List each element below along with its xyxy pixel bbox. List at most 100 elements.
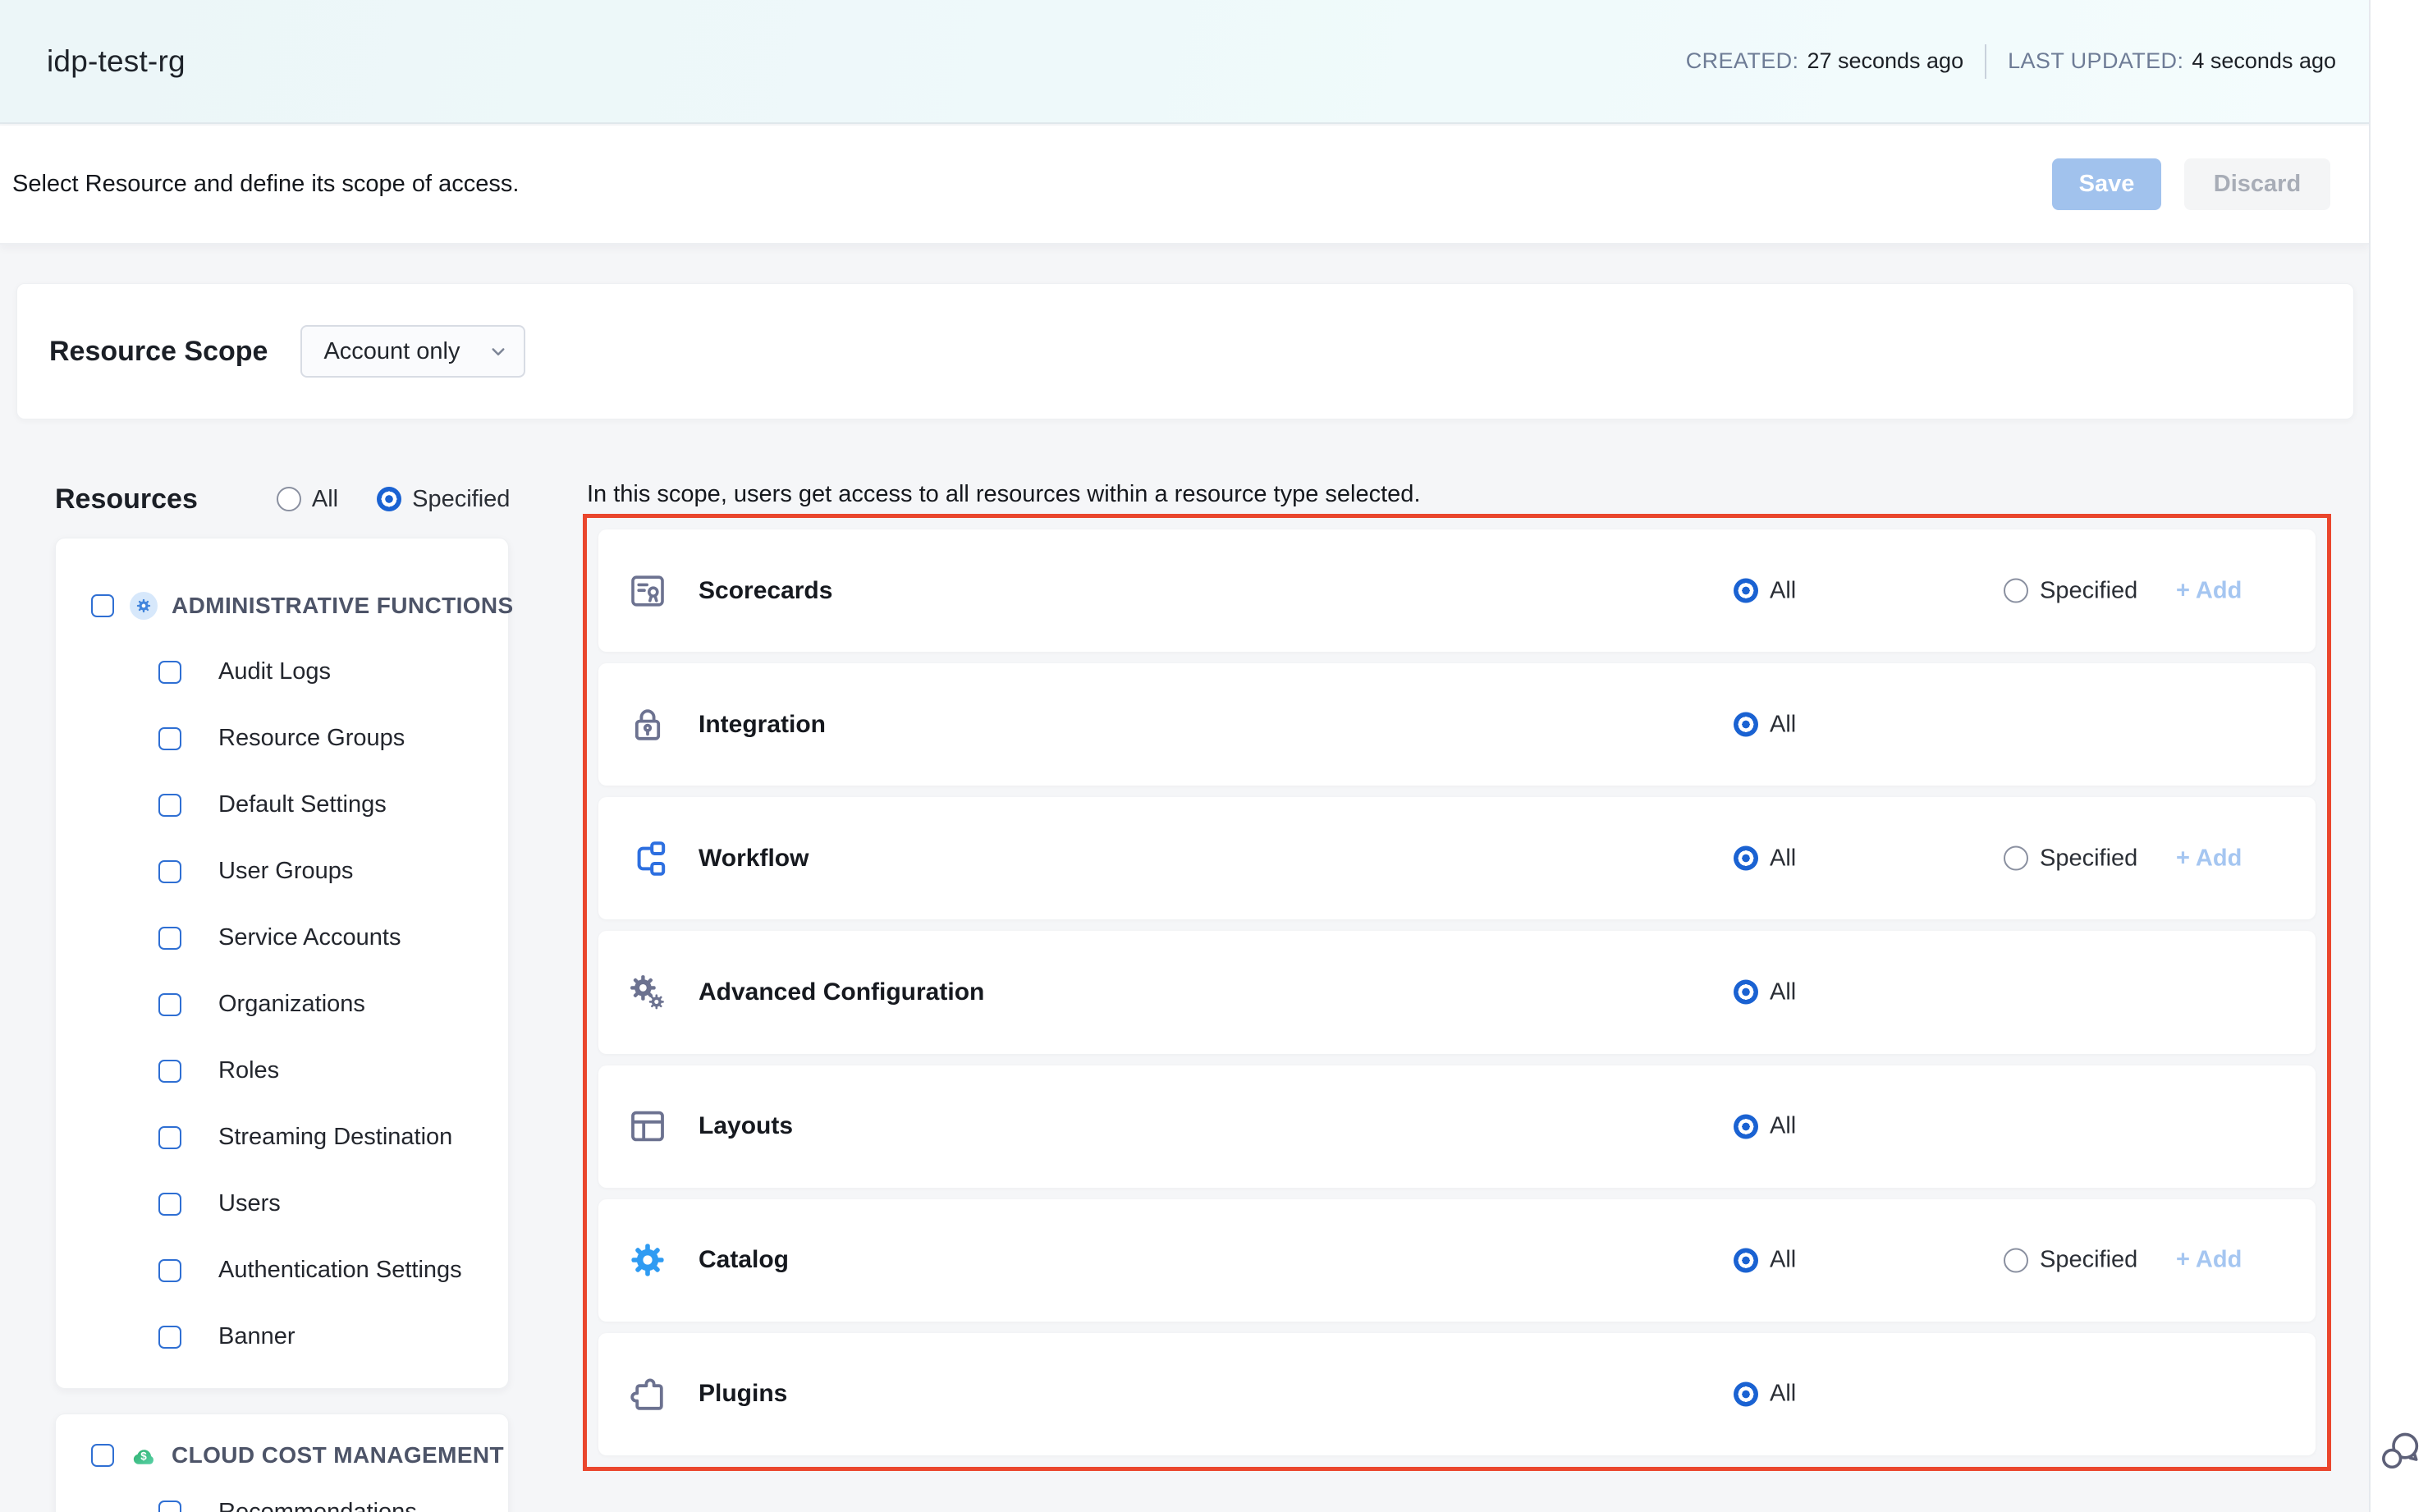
main-content: idp-test-rg CREATED: 27 seconds ago LAST… xyxy=(0,0,2369,1512)
resource-scope-card: Resource Scope Account only xyxy=(16,283,2354,419)
row-all-label: All xyxy=(1770,1381,1796,1408)
row-all-radio[interactable]: All xyxy=(1734,577,1796,604)
updated-value: 4 seconds ago xyxy=(2192,48,2336,74)
tree-group-header: ADMINISTRATIVE FUNCTIONS xyxy=(56,573,508,639)
resources-all-radio[interactable]: All xyxy=(277,486,338,513)
row-specified-radio[interactable]: Specified xyxy=(2004,1247,2137,1274)
page-header: idp-test-rg CREATED: 27 seconds ago LAST… xyxy=(0,0,2369,124)
add-button[interactable]: + Add xyxy=(2176,1247,2242,1274)
resources-specified-radio[interactable]: Specified xyxy=(377,486,510,513)
chevron-down-icon xyxy=(486,339,511,364)
tree-item-label: Roles xyxy=(218,1057,279,1084)
workflow-icon xyxy=(628,839,667,878)
item-checkbox[interactable] xyxy=(158,927,181,950)
row-specified-radio[interactable]: Specified xyxy=(2004,845,2137,872)
resource-type-label: Plugins xyxy=(699,1380,787,1408)
item-checkbox[interactable] xyxy=(158,993,181,1016)
row-all-radio[interactable]: All xyxy=(1734,845,1796,872)
resources-header: Resources All Specified xyxy=(55,474,510,524)
row-all-label: All xyxy=(1770,845,1796,872)
action-buttons: Save Discard xyxy=(2052,158,2330,210)
meta-divider xyxy=(1985,44,1986,79)
tree-item-label: Authentication Settings xyxy=(218,1257,462,1284)
tree-item-label: Audit Logs xyxy=(218,658,331,685)
resource-type-row: Workflow All Specified + Add xyxy=(598,797,2316,919)
tree-group-card: ADMINISTRATIVE FUNCTIONS Audit Logs Reso… xyxy=(55,538,509,1389)
tree-group-header: $ CLOUD COST MANAGEMENT xyxy=(56,1424,508,1487)
add-button[interactable]: + Add xyxy=(2176,845,2242,872)
row-all-radio[interactable]: All xyxy=(1734,1381,1796,1408)
resource-type-label: Integration xyxy=(699,711,826,739)
add-button[interactable]: + Add xyxy=(2176,577,2242,604)
resource-type-label: Scorecards xyxy=(699,577,832,605)
row-all-label: All xyxy=(1770,978,1796,1006)
tree-item-label: Banner xyxy=(218,1323,295,1350)
resource-scope-dropdown[interactable]: Account only xyxy=(300,325,525,378)
row-all-radio[interactable]: All xyxy=(1734,1247,1796,1274)
radio-selected-icon xyxy=(1734,579,1758,603)
tree-item: Recommendations xyxy=(56,1487,508,1512)
item-checkbox[interactable] xyxy=(158,1126,181,1149)
item-checkbox[interactable] xyxy=(158,1060,181,1083)
tree-item-label: Service Accounts xyxy=(218,924,401,951)
resources-all-label: All xyxy=(312,486,338,513)
action-bar: Select Resource and define its scope of … xyxy=(0,126,2369,245)
tree-item-label: Organizations xyxy=(218,991,365,1018)
row-all-label: All xyxy=(1770,1113,1796,1140)
admin-gear-chip-icon xyxy=(130,592,158,620)
lock-icon xyxy=(628,705,667,745)
tree-item: Roles xyxy=(56,1038,508,1104)
row-specified-radio[interactable]: Specified xyxy=(2004,577,2137,604)
row-all-radio[interactable]: All xyxy=(1734,978,1796,1006)
item-checkbox[interactable] xyxy=(158,727,181,750)
svg-text:$: $ xyxy=(140,1450,147,1463)
tree-item: Service Accounts xyxy=(56,905,508,971)
item-checkbox[interactable] xyxy=(158,860,181,883)
save-button[interactable]: Save xyxy=(2052,158,2161,210)
tree-item: User Groups xyxy=(56,838,508,905)
radio-selected-icon xyxy=(1734,980,1758,1005)
group-checkbox[interactable] xyxy=(91,594,114,617)
resource-type-row: Integration All xyxy=(598,663,2316,786)
radio-selected-icon xyxy=(1734,1248,1758,1272)
tree-item: Streaming Destination xyxy=(56,1104,508,1171)
tree-item: Banner xyxy=(56,1304,508,1370)
item-checkbox[interactable] xyxy=(158,661,181,684)
resources-title: Resources xyxy=(55,483,198,515)
radio-unselected-icon xyxy=(2004,1248,2028,1272)
item-checkbox[interactable] xyxy=(158,1193,181,1216)
tree-item-label: User Groups xyxy=(218,858,353,885)
scope-description: In this scope, users get access to all r… xyxy=(587,481,1421,508)
row-all-label: All xyxy=(1770,577,1796,604)
resource-type-label: Layouts xyxy=(699,1112,793,1140)
page: idp-test-rg CREATED: 27 seconds ago LAST… xyxy=(0,0,2428,1512)
resource-type-row: Advanced Configuration All xyxy=(598,931,2316,1053)
row-all-radio[interactable]: All xyxy=(1734,711,1796,738)
puzzle-icon xyxy=(628,1374,667,1413)
gear-icon xyxy=(628,1240,667,1280)
tree-item-label: Recommendations xyxy=(218,1499,417,1512)
resource-type-row: Layouts All xyxy=(598,1065,2316,1188)
item-checkbox[interactable] xyxy=(158,1326,181,1349)
action-description: Select Resource and define its scope of … xyxy=(12,171,519,198)
resource-type-label: Advanced Configuration xyxy=(699,978,984,1006)
item-checkbox[interactable] xyxy=(158,1501,181,1512)
tree-item-label: Resource Groups xyxy=(218,725,405,752)
discard-button[interactable]: Discard xyxy=(2184,158,2330,210)
created-label: CREATED: xyxy=(1686,48,1799,74)
resource-scope-label: Resource Scope xyxy=(49,336,268,368)
tree-item: Users xyxy=(56,1171,508,1237)
item-checkbox[interactable] xyxy=(158,1259,181,1282)
tree-item: Default Settings xyxy=(56,772,508,838)
row-specified-label: Specified xyxy=(2040,1247,2137,1274)
chat-bubbles-icon[interactable] xyxy=(2379,1428,2423,1473)
row-all-radio[interactable]: All xyxy=(1734,1113,1796,1140)
group-checkbox[interactable] xyxy=(91,1444,114,1467)
radio-selected-icon xyxy=(1734,1381,1758,1406)
resource-types-highlight-box: Scorecards All Specified + Add Integrati… xyxy=(583,514,2331,1471)
radio-selected-icon xyxy=(1734,846,1758,871)
resource-type-label: Catalog xyxy=(699,1246,789,1274)
tree-item: Audit Logs xyxy=(56,639,508,705)
radio-selected-icon xyxy=(377,487,401,511)
item-checkbox[interactable] xyxy=(158,794,181,817)
